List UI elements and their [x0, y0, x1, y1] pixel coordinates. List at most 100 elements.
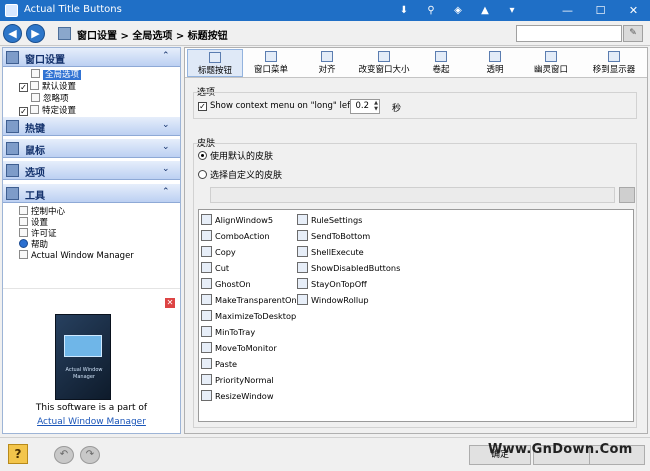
- skin-button-icon: [201, 374, 212, 385]
- undo-icon[interactable]: ↶: [54, 446, 74, 464]
- promo-text: This software is a part of: [35, 403, 148, 413]
- sidebar-item-global-options[interactable]: 全局选项: [31, 69, 82, 80]
- panel-header-options[interactable]: 选项 ⌄: [3, 161, 180, 180]
- list-item-label: ShellExecute: [311, 247, 364, 257]
- context-menu-option[interactable]: ✓ Show context menu on "long" left click: [198, 101, 375, 111]
- sidebar-item-help[interactable]: 帮助: [19, 239, 48, 250]
- list-item: GhostOn: [201, 277, 297, 293]
- spinner-arrows-icon[interactable]: ▲ ▼: [374, 100, 378, 112]
- skin-button-icon: [201, 246, 212, 257]
- title-buttons-icon: [209, 52, 221, 63]
- settings-icon: [30, 81, 39, 90]
- list-item: ShowDisabledButtons: [297, 261, 400, 277]
- skin-button-icon: [201, 262, 212, 273]
- panel-header-tools[interactable]: 工具 ⌃: [3, 184, 180, 203]
- chevron-down-icon[interactable]: ⌄: [162, 164, 170, 174]
- list-item-label: SendToBottom: [311, 231, 371, 241]
- tab-resize[interactable]: 改变窗口大小: [351, 49, 417, 77]
- skin-button-icon: [297, 246, 308, 257]
- skin-preview-list: AlignWindow5 ComboAction Copy Cut GhostOn Mak…: [198, 209, 634, 422]
- rollup-icon[interactable]: ▲: [474, 2, 496, 19]
- list-item-label: ComboAction: [215, 231, 270, 241]
- forward-arrow-icon[interactable]: ▶: [26, 24, 45, 43]
- list-item-label: MaximizeToDesktop: [215, 311, 297, 321]
- breadcrumb[interactable]: 窗口设置 > 全局选项 > 标题按钮: [77, 27, 228, 42]
- skin-button-icon: [201, 214, 212, 225]
- tab-move-to-monitor[interactable]: 移到显示器: [583, 49, 645, 77]
- ignore-icon: [31, 93, 40, 102]
- panel-header-hotkeys[interactable]: 热键 ⌄: [3, 117, 180, 136]
- tab-transparency[interactable]: 透明: [475, 49, 515, 77]
- delay-spinner[interactable]: 0.2 ▲ ▼: [350, 99, 380, 114]
- use-default-skin-option[interactable]: 使用默认的皮肤: [198, 149, 273, 162]
- skin-list-column-1: AlignWindow5 ComboAction Copy Cut GhostOn Mak…: [201, 213, 297, 405]
- control-center-icon: [19, 206, 28, 215]
- checkbox-default-settings[interactable]: ✓: [19, 83, 28, 92]
- panel-header-mouse[interactable]: 鼠标 ⌄: [3, 139, 180, 158]
- redo-icon[interactable]: ↷: [80, 446, 100, 464]
- tab-window-menu[interactable]: 窗口菜单: [245, 49, 297, 77]
- skin-button-icon: [297, 278, 308, 289]
- panel-header-label: 工具: [25, 191, 45, 202]
- checkbox-specific-settings[interactable]: ✓: [19, 107, 28, 116]
- tab-align[interactable]: 对齐: [301, 49, 353, 77]
- skin-path-field[interactable]: [210, 187, 615, 203]
- tab-bar: 标题按钮 窗口菜单 对齐 改变窗口大小 卷起 透明 幽灵窗口 移到显示器: [185, 48, 647, 78]
- tab-title-buttons[interactable]: 标题按钮: [187, 49, 243, 77]
- sidebar: 窗口设置 ⌃ 全局选项 ✓ 默认设置 忽略项 ✓ 特定设置 热键 ⌄ 鼠标 ⌄ 选项…: [2, 47, 181, 434]
- window-manager-icon: [19, 250, 28, 259]
- sidebar-item-license[interactable]: 许可证: [19, 228, 57, 239]
- sidebar-item-ignore[interactable]: 忽略项: [31, 93, 69, 104]
- skin-button-icon: [201, 358, 212, 369]
- title-bar: Actual Title Buttons ⬇ ⚲ ◈ ▲ ▾ — ☐ ✕: [0, 0, 650, 21]
- chevron-down-icon[interactable]: ⌄: [162, 142, 170, 152]
- panel-header-window-settings[interactable]: 窗口设置 ⌃: [3, 48, 180, 67]
- back-arrow-icon[interactable]: ◀: [3, 24, 22, 43]
- minimize-icon[interactable]: —: [551, 0, 584, 21]
- help-book-icon[interactable]: ?: [8, 444, 28, 464]
- main-panel: 标题按钮 窗口菜单 对齐 改变窗口大小 卷起 透明 幽灵窗口 移到显示器 选项 …: [184, 47, 648, 434]
- default-skin-radio[interactable]: [198, 151, 207, 160]
- list-item-label: MinToTray: [215, 327, 256, 337]
- chevron-up-icon[interactable]: ⌃: [162, 51, 170, 61]
- ghost-window-icon: [545, 51, 557, 62]
- sidebar-item-settings[interactable]: 设置: [19, 217, 48, 228]
- skin-button-icon: [201, 278, 212, 289]
- close-icon[interactable]: ✕: [617, 0, 650, 21]
- list-item-label: MakeTransparentOn: [215, 295, 297, 305]
- list-item: ComboAction: [201, 229, 297, 245]
- maximize-icon[interactable]: ☐: [584, 0, 617, 21]
- panel-header-label: 热键: [25, 124, 45, 135]
- search-icon[interactable]: ✎: [623, 25, 643, 42]
- chevron-up-icon[interactable]: ⌃: [162, 187, 170, 197]
- context-menu-checkbox[interactable]: ✓: [198, 102, 207, 111]
- transparency-icon: [489, 51, 501, 62]
- custom-skin-radio[interactable]: [198, 170, 207, 179]
- close-icon[interactable]: ✕: [165, 298, 175, 308]
- monitor-icon: [608, 51, 620, 62]
- browse-button[interactable]: [619, 187, 635, 203]
- watermark: Www.GnDown.Com: [488, 442, 633, 457]
- ghost-icon[interactable]: ◈: [447, 2, 469, 19]
- promo-link[interactable]: Actual Window Manager: [3, 417, 180, 427]
- mouse-icon: [6, 142, 19, 155]
- skin-button-icon: [201, 310, 212, 321]
- tab-ghost-window[interactable]: 幽灵窗口: [525, 49, 577, 77]
- list-item: StayOnTopOff: [297, 277, 400, 293]
- tab-rollup[interactable]: 卷起: [421, 49, 461, 77]
- panel-header-label: 窗口设置: [25, 55, 65, 66]
- skin-button-icon: [297, 294, 308, 305]
- sidebar-item-default-settings[interactable]: ✓ 默认设置: [19, 81, 76, 92]
- pin-down-icon[interactable]: ⬇: [393, 2, 415, 19]
- list-item-label: Cut: [215, 263, 230, 273]
- skin-button-icon: [201, 294, 212, 305]
- tray-icon[interactable]: ▾: [501, 2, 523, 19]
- sidebar-item-control-center[interactable]: 控制中心: [19, 206, 65, 217]
- search-input[interactable]: [516, 25, 622, 42]
- sidebar-item-actual-window-manager[interactable]: Actual Window Manager: [19, 250, 134, 261]
- stay-on-top-icon[interactable]: ⚲: [420, 2, 442, 19]
- use-custom-skin-option[interactable]: 选择自定义的皮肤: [198, 168, 282, 181]
- chevron-down-icon[interactable]: ⌄: [162, 120, 170, 130]
- sidebar-item-specific-settings[interactable]: ✓ 特定设置: [19, 105, 76, 116]
- box-screen-graphic: [64, 335, 102, 357]
